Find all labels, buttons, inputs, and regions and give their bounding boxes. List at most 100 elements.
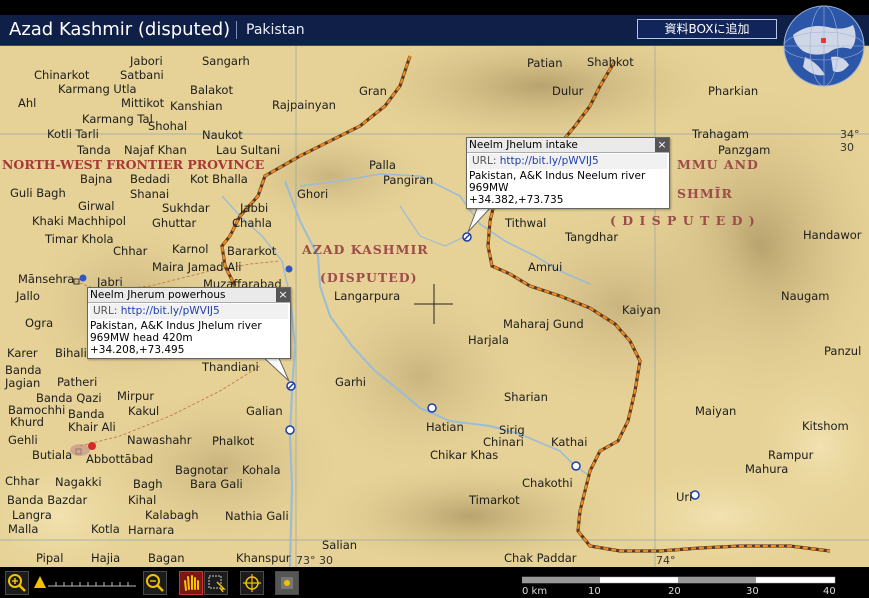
place-label: Maharaj Gund — [503, 317, 584, 331]
popup-body: Pakistan, A&K Indus Jhelum river 969MW h… — [88, 320, 290, 358]
place-label: Ghuttar — [152, 216, 197, 230]
place-label: Ogra — [25, 316, 54, 330]
zoom-in-icon[interactable] — [5, 571, 29, 595]
place-label: Guli Bagh — [10, 186, 66, 200]
place-label: Mahura — [745, 462, 789, 476]
scale-label: 40 — [823, 586, 836, 597]
place-label: Tanda — [77, 143, 111, 157]
layer-icon[interactable] — [275, 571, 299, 595]
place-label: Maiyan — [695, 404, 737, 418]
place-label: Khurd — [10, 415, 44, 429]
place-label: Nagakki — [55, 475, 102, 489]
place-label: Bagnotar — [175, 463, 228, 477]
globe-overview-icon[interactable] — [783, 5, 865, 87]
scale-label: 10 — [588, 586, 601, 597]
hydro-marker-intake[interactable] — [462, 232, 472, 242]
hydro-marker[interactable] — [285, 425, 295, 435]
region-jammu-kashmir-1: MMU AND — [677, 157, 759, 172]
map-canvas[interactable]: NORTH-WEST FRONTIER PROVINCE AZAD KASHMI… — [0, 46, 869, 567]
place-label: Uri — [676, 490, 693, 504]
place-label: Khaki Machhipol — [32, 214, 126, 228]
url-label: URL: — [93, 305, 118, 317]
place-label: Girwal — [78, 199, 115, 213]
place-label: Hajia — [91, 551, 121, 565]
place-label: Butiala — [32, 448, 73, 462]
place-label: Khair Ali — [68, 420, 116, 434]
place-label: Panzgam — [718, 143, 771, 157]
place-label: Sukhdar — [162, 201, 210, 215]
place-label: Patian — [527, 56, 563, 70]
place-label: Chikar Khas — [430, 448, 499, 462]
place-label: Mānsehra — [18, 272, 75, 286]
zoom-out-icon[interactable] — [143, 571, 167, 595]
place-label: Gran — [359, 84, 387, 98]
place-label: Bagan — [148, 551, 185, 565]
place-label: Sharian — [504, 390, 548, 404]
place-label: Galian — [246, 404, 283, 418]
place-label: Garhi — [335, 375, 366, 389]
place-label: Chinari — [483, 435, 524, 449]
place-label: Kot Bhalla — [190, 172, 248, 186]
place-label: Hatian — [426, 420, 464, 434]
place-label: Chhar — [5, 474, 40, 488]
zoom-slider[interactable] — [32, 574, 136, 590]
place-label: Bihali — [55, 346, 87, 360]
place-label: Tangdhar — [565, 230, 619, 244]
place-label: Pharkian — [708, 84, 759, 98]
place-label: Ghori — [297, 187, 329, 201]
close-icon[interactable]: × — [655, 138, 669, 152]
place-label: Kaiyan — [622, 303, 661, 317]
place-label: Chinarkot — [34, 68, 90, 82]
place-label: Trahagam — [692, 127, 749, 141]
url-link[interactable]: http://bit.ly/pWVIJ5 — [121, 305, 220, 317]
region-azad-kashmir: AZAD KASHMIR — [302, 242, 429, 257]
place-label: Nawashahr — [127, 433, 192, 447]
place-label: Abbottābad — [86, 452, 154, 466]
place-label: Najaf Khan — [124, 143, 187, 157]
place-label: Kathai — [551, 435, 588, 449]
header-bar: Azad Kashmir (disputed) Pakistan 資料BOXに追… — [0, 15, 869, 46]
place-label: Harnara — [128, 523, 175, 537]
place-label: Pangiran — [383, 173, 434, 187]
hand-pan-icon[interactable] — [179, 571, 203, 595]
country-label: Pakistan — [246, 22, 305, 38]
place-label: Bararkot — [227, 244, 277, 258]
popup-line: +34.382,+73.735 — [469, 194, 564, 206]
select-box-icon[interactable] — [204, 571, 228, 595]
place-label: Chakothi — [522, 476, 573, 490]
place-label: Karnol — [172, 242, 209, 256]
place-label: Dulur — [552, 84, 584, 98]
place-label: Maira Jamad Ali — [152, 260, 242, 274]
place-label: Phalkot — [212, 434, 255, 448]
place-label: Tithwal — [505, 216, 547, 230]
popup-line: Pakistan, A&K Indus Neelum river — [469, 170, 646, 182]
place-label: Satbani — [120, 68, 164, 82]
place-label: Shohal — [148, 119, 188, 133]
popup-title: Neelm Jherum powerhous — [90, 289, 226, 301]
crosshair-target-icon[interactable] — [240, 571, 264, 595]
place-label: Chahla — [232, 216, 272, 230]
place-label: Langra — [12, 508, 52, 522]
hydro-marker[interactable] — [427, 403, 437, 413]
region-jammu-kashmir-2: SHMĪR — [677, 186, 733, 201]
place-label: Bedadi — [130, 172, 170, 186]
scale-label: 20 — [668, 586, 681, 597]
popup-intake: Neelm Jhelum intake × URL: http://bit.ly… — [466, 137, 670, 209]
hydro-marker-powerhouse[interactable] — [286, 381, 296, 391]
url-label: URL: — [472, 155, 497, 167]
page-title: Azad Kashmir (disputed) — [9, 19, 231, 40]
add-to-box-button[interactable]: 資料BOXに追加 — [637, 19, 777, 39]
close-icon[interactable]: × — [276, 288, 290, 302]
place-label: Kalabagh — [145, 508, 199, 522]
hydro-marker[interactable] — [571, 461, 581, 471]
place-label: Gehli — [8, 433, 38, 447]
place-label: Langarpura — [334, 289, 401, 303]
place-label: Thandiani — [202, 360, 259, 374]
url-link[interactable]: http://bit.ly/pWVIJ5 — [500, 155, 599, 167]
place-label: Jabori — [130, 54, 163, 68]
place-label: Jabbi — [240, 201, 269, 215]
popup-url-row: URL: http://bit.ly/pWVIJ5 — [90, 304, 288, 319]
place-label: Kihal — [128, 493, 157, 507]
region-nwfp: NORTH-WEST FRONTIER PROVINCE — [2, 157, 265, 172]
popup-line: 969MW — [469, 182, 509, 194]
